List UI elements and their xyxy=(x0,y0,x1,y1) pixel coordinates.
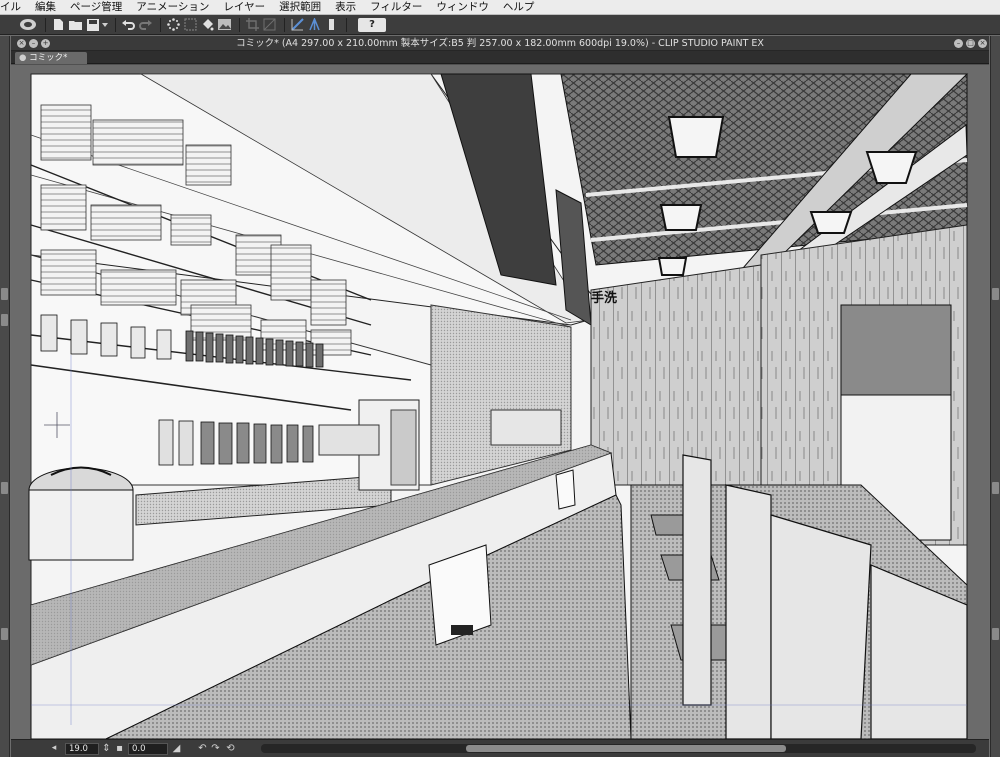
menu-bar: イル 編集 ページ管理 アニメーション レイヤー 選択範囲 表示 フィルター ウ… xyxy=(0,0,1000,15)
canvas-area[interactable]: 手洗 xyxy=(11,65,989,739)
undo-icon[interactable] xyxy=(121,17,136,32)
menu-file[interactable]: イル xyxy=(0,0,28,15)
command-bar: ? xyxy=(0,15,1000,35)
menu-page-management[interactable]: ページ管理 xyxy=(63,0,129,15)
fit-icon[interactable]: ▪ xyxy=(114,743,125,754)
clip-studio-icon[interactable] xyxy=(18,17,38,32)
save-icon[interactable] xyxy=(85,17,100,32)
menu-selection[interactable]: 選択範囲 xyxy=(272,0,328,15)
panel-grip[interactable] xyxy=(992,482,999,494)
document-title: コミック* (A4 297.00 x 210.00mm 製本サイズ:B5 判 2… xyxy=(236,38,764,49)
toolbar-divider xyxy=(284,17,285,32)
spinner-icon[interactable]: ⇕ xyxy=(101,743,112,754)
document-tab-bar: ● コミック* xyxy=(11,51,989,64)
toolbar-divider xyxy=(115,17,116,32)
close-icon[interactable]: × xyxy=(978,39,987,48)
menu-window[interactable]: ウィンドウ xyxy=(429,0,496,15)
horizontal-scrollbar[interactable] xyxy=(261,744,976,753)
slider-icon[interactable]: ◢ xyxy=(171,743,182,754)
scrollbar-thumb[interactable] xyxy=(466,745,786,752)
panel-grip[interactable] xyxy=(992,288,999,300)
panel-grip[interactable] xyxy=(1,288,8,300)
toolbar-divider xyxy=(346,17,347,32)
menu-animation[interactable]: アニメーション xyxy=(129,0,216,15)
minimize-icon[interactable]: – xyxy=(29,39,38,48)
status-bar: ◂ 19.0 ⇕ ▪ 0.0 ◢ ↶ ↷ ⟲ xyxy=(11,739,989,757)
zoom-field[interactable]: 19.0 xyxy=(65,743,99,755)
tab-close-icon[interactable]: ● xyxy=(19,53,29,63)
manga-illustration[interactable]: 手洗 xyxy=(11,65,989,739)
tab-comic[interactable]: ● コミック* xyxy=(15,52,87,64)
minimize-icon[interactable]: – xyxy=(954,39,963,48)
special-ruler-icon[interactable] xyxy=(324,17,339,32)
panel-grip[interactable] xyxy=(992,628,999,640)
menu-edit[interactable]: 編集 xyxy=(28,0,63,15)
open-folder-icon[interactable] xyxy=(68,17,83,32)
help-button[interactable]: ? xyxy=(358,17,386,32)
document-window: コミック* (A4 297.00 x 210.00mm 製本サイズ:B5 判 2… xyxy=(11,36,989,757)
menu-view[interactable]: 表示 xyxy=(328,0,363,15)
chevron-down-icon[interactable] xyxy=(102,17,108,32)
reset-rotation-icon[interactable]: ⟲ xyxy=(225,743,236,754)
transform-icon[interactable] xyxy=(183,17,198,32)
redo-icon[interactable] xyxy=(138,17,153,32)
maximize-icon[interactable]: + xyxy=(41,39,50,48)
crop-icon[interactable] xyxy=(245,17,260,32)
fill-bucket-icon[interactable] xyxy=(200,17,215,32)
rotate-right-icon[interactable]: ↷ xyxy=(210,743,221,754)
panel-grip[interactable] xyxy=(1,314,8,326)
menu-help[interactable]: ヘルプ xyxy=(496,0,542,15)
menu-filter[interactable]: フィルター xyxy=(363,0,429,15)
tab-label: コミック* xyxy=(29,53,68,63)
toolbar-divider xyxy=(45,17,46,32)
new-file-icon[interactable] xyxy=(51,17,66,32)
image-icon[interactable] xyxy=(217,17,232,32)
loading-icon[interactable] xyxy=(166,17,181,32)
right-panel-edge xyxy=(990,36,1000,757)
panel-grip[interactable] xyxy=(1,482,8,494)
left-panel-edge xyxy=(0,36,10,757)
toolbar-divider xyxy=(160,17,161,32)
rotation-field[interactable]: 0.0 xyxy=(128,743,168,755)
menu-layer[interactable]: レイヤー xyxy=(216,0,272,15)
zoom-out-icon[interactable]: ◂ xyxy=(47,743,61,754)
close-icon[interactable]: × xyxy=(17,39,26,48)
maximize-icon[interactable]: □ xyxy=(966,39,975,48)
rotate-left-icon[interactable]: ↶ xyxy=(197,743,208,754)
toolbar-divider xyxy=(239,17,240,32)
clear-icon[interactable] xyxy=(262,17,277,32)
wash-hands-sign: 手洗 xyxy=(591,290,617,306)
perspective-snap-icon[interactable] xyxy=(307,17,322,32)
ruler-snap-icon[interactable] xyxy=(290,17,305,32)
document-title-bar: コミック* (A4 297.00 x 210.00mm 製本サイズ:B5 判 2… xyxy=(11,36,989,51)
panel-grip[interactable] xyxy=(1,628,8,640)
